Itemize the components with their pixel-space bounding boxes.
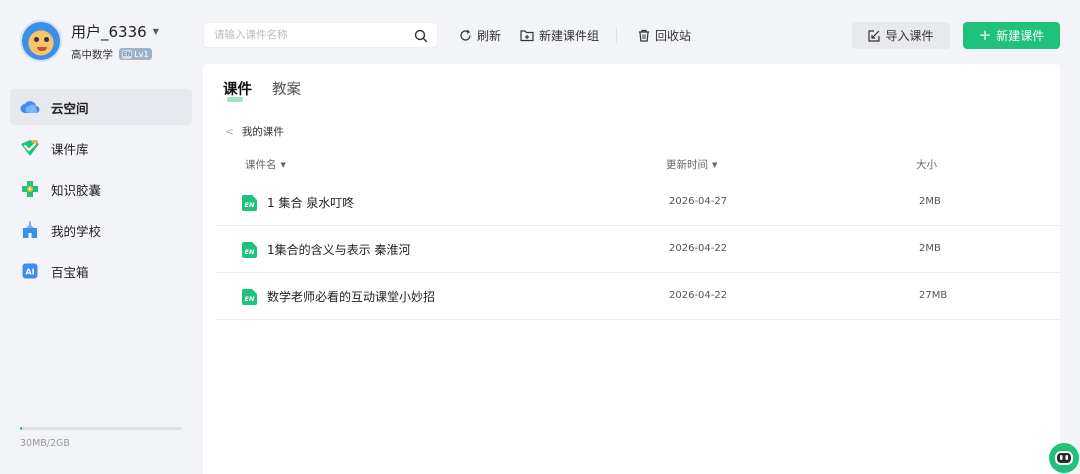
user-subject: 高中数学 [71, 48, 113, 61]
sidebar-item-cloud[interactable]: 云空间 [10, 89, 192, 125]
refresh-button[interactable]: 刷新 [459, 22, 501, 49]
avatar[interactable] [20, 20, 62, 62]
table-header: 课件名 ▼ 更新时间 ▼ 大小 [215, 151, 1060, 177]
recycle-bin-label: 回收站 [655, 29, 692, 43]
file-name[interactable]: 1集合的含义与表示 秦淮河 [267, 241, 410, 258]
column-header-label: 课件名 [245, 159, 277, 171]
school-icon [20, 220, 40, 240]
level-badge-text: Lv1 [134, 49, 149, 59]
sidebar-item-label: 百宝箱 [51, 264, 89, 280]
main-panel: 课件 教案 < 我的课件 课件名 ▼ 更新时间 ▼ 大小 EN 1 集合 泉水叮… [203, 64, 1060, 474]
tab-lesson-plan[interactable]: 教案 [272, 78, 301, 99]
file-name[interactable]: 数学老师必看的互动课堂小妙招 [267, 288, 435, 305]
storage-bar [20, 427, 182, 430]
courseware-file-icon: EN [242, 289, 257, 305]
trash-icon [639, 29, 649, 42]
search-icon[interactable] [414, 28, 428, 47]
breadcrumb: < 我的课件 [225, 124, 284, 139]
file-size: 2MB [919, 243, 941, 254]
sidebar: 用户_6336 ▼ 高中数学 EN Lv1 云空间 课件库 知识胶囊 我的学校 … [0, 0, 200, 474]
new-group-label: 新建课件组 [539, 29, 600, 43]
column-header-label: 大小 [916, 159, 937, 171]
import-icon [868, 29, 881, 42]
sidebar-item-label: 我的学校 [51, 223, 102, 239]
new-courseware-button[interactable]: + 新建课件 [963, 22, 1060, 49]
sidebar-item-label: 云空间 [51, 100, 89, 116]
folder-add-icon [520, 30, 534, 42]
user-name: 用户_6336 [71, 23, 147, 41]
sort-caret-icon: ▼ [280, 160, 286, 169]
storage-usage: 30MB/2GB [20, 427, 182, 449]
column-header-updated[interactable]: 更新时间 ▼ [666, 157, 717, 172]
caret-down-icon[interactable]: ▼ [153, 27, 159, 36]
search-input[interactable] [204, 23, 404, 47]
tabs: 课件 教案 [223, 78, 321, 102]
column-header-size: 大小 [916, 157, 937, 172]
file-updated: 2026-04-27 [669, 196, 728, 207]
file-size: 2MB [919, 196, 941, 207]
file-updated: 2026-04-22 [669, 243, 728, 254]
user-sub: 高中数学 EN Lv1 [71, 47, 159, 62]
storage-bar-fill [20, 427, 23, 430]
sidebar-item-school[interactable]: 我的学校 [10, 212, 192, 248]
sidebar-nav: 云空间 课件库 知识胶囊 我的学校 AI 百宝箱 [10, 89, 192, 294]
sort-caret-icon: ▼ [712, 160, 718, 169]
tab-courseware[interactable]: 课件 [223, 78, 252, 102]
ai-toolbox-icon: AI [20, 261, 40, 281]
sidebar-item-toolbox[interactable]: AI 百宝箱 [10, 253, 192, 289]
import-courseware-button[interactable]: 导入课件 [852, 22, 950, 49]
file-name[interactable]: 1 集合 泉水叮咚 [267, 194, 354, 211]
search-box [203, 22, 438, 48]
svg-text:AI: AI [25, 268, 34, 277]
courseware-file-icon: EN [242, 195, 257, 211]
level-badge: EN Lv1 [119, 48, 152, 60]
breadcrumb-current: 我的课件 [241, 126, 284, 138]
refresh-icon [460, 29, 471, 41]
table-row[interactable]: EN 数学老师必看的互动课堂小妙招 2026-04-22 27MB [215, 273, 1060, 320]
file-updated: 2026-04-22 [669, 290, 728, 301]
sidebar-item-label: 知识胶囊 [51, 182, 102, 198]
level-badge-en: EN [122, 49, 133, 59]
toolbar: 刷新 新建课件组 回收站 导入课件 + 新建课件 [203, 22, 1060, 49]
user-info: 用户_6336 ▼ 高中数学 EN Lv1 [71, 21, 159, 62]
import-label: 导入课件 [885, 29, 934, 43]
plus-icon: + [978, 26, 992, 44]
sidebar-item-capsule[interactable]: 知识胶囊 [10, 171, 192, 207]
user-name-row[interactable]: 用户_6336 ▼ [71, 21, 159, 43]
toolbar-divider [616, 28, 617, 43]
capsule-icon [20, 179, 40, 199]
storage-text: 30MB/2GB [20, 438, 70, 449]
user-profile[interactable]: 用户_6336 ▼ 高中数学 EN Lv1 [20, 20, 159, 62]
app: 用户_6336 ▼ 高中数学 EN Lv1 云空间 课件库 知识胶囊 我的学校 … [0, 0, 1080, 474]
sidebar-item-label: 课件库 [51, 141, 89, 157]
courseware-file-icon: EN [242, 242, 257, 258]
recycle-bin-button[interactable]: 回收站 [638, 22, 691, 49]
courseware-library-icon [20, 138, 40, 158]
file-size: 27MB [919, 290, 948, 301]
table-row[interactable]: EN 1 集合 泉水叮咚 2026-04-27 2MB [215, 179, 1060, 226]
new-courseware-label: 新建课件 [996, 29, 1045, 43]
chevron-left-icon[interactable]: < [225, 126, 234, 138]
sidebar-item-courseware-library[interactable]: 课件库 [10, 130, 192, 166]
column-header-label: 更新时间 [666, 159, 708, 171]
assistant-robot-icon[interactable] [1048, 442, 1080, 474]
table-row[interactable]: EN 1集合的含义与表示 秦淮河 2026-04-22 2MB [215, 226, 1060, 273]
refresh-label: 刷新 [477, 29, 502, 43]
column-header-name[interactable]: 课件名 ▼ [245, 157, 286, 172]
file-list: EN 1 集合 泉水叮咚 2026-04-27 2MB EN 1集合的含义与表示… [215, 179, 1060, 320]
new-group-button[interactable]: 新建课件组 [520, 22, 599, 49]
cloud-icon [20, 97, 40, 117]
